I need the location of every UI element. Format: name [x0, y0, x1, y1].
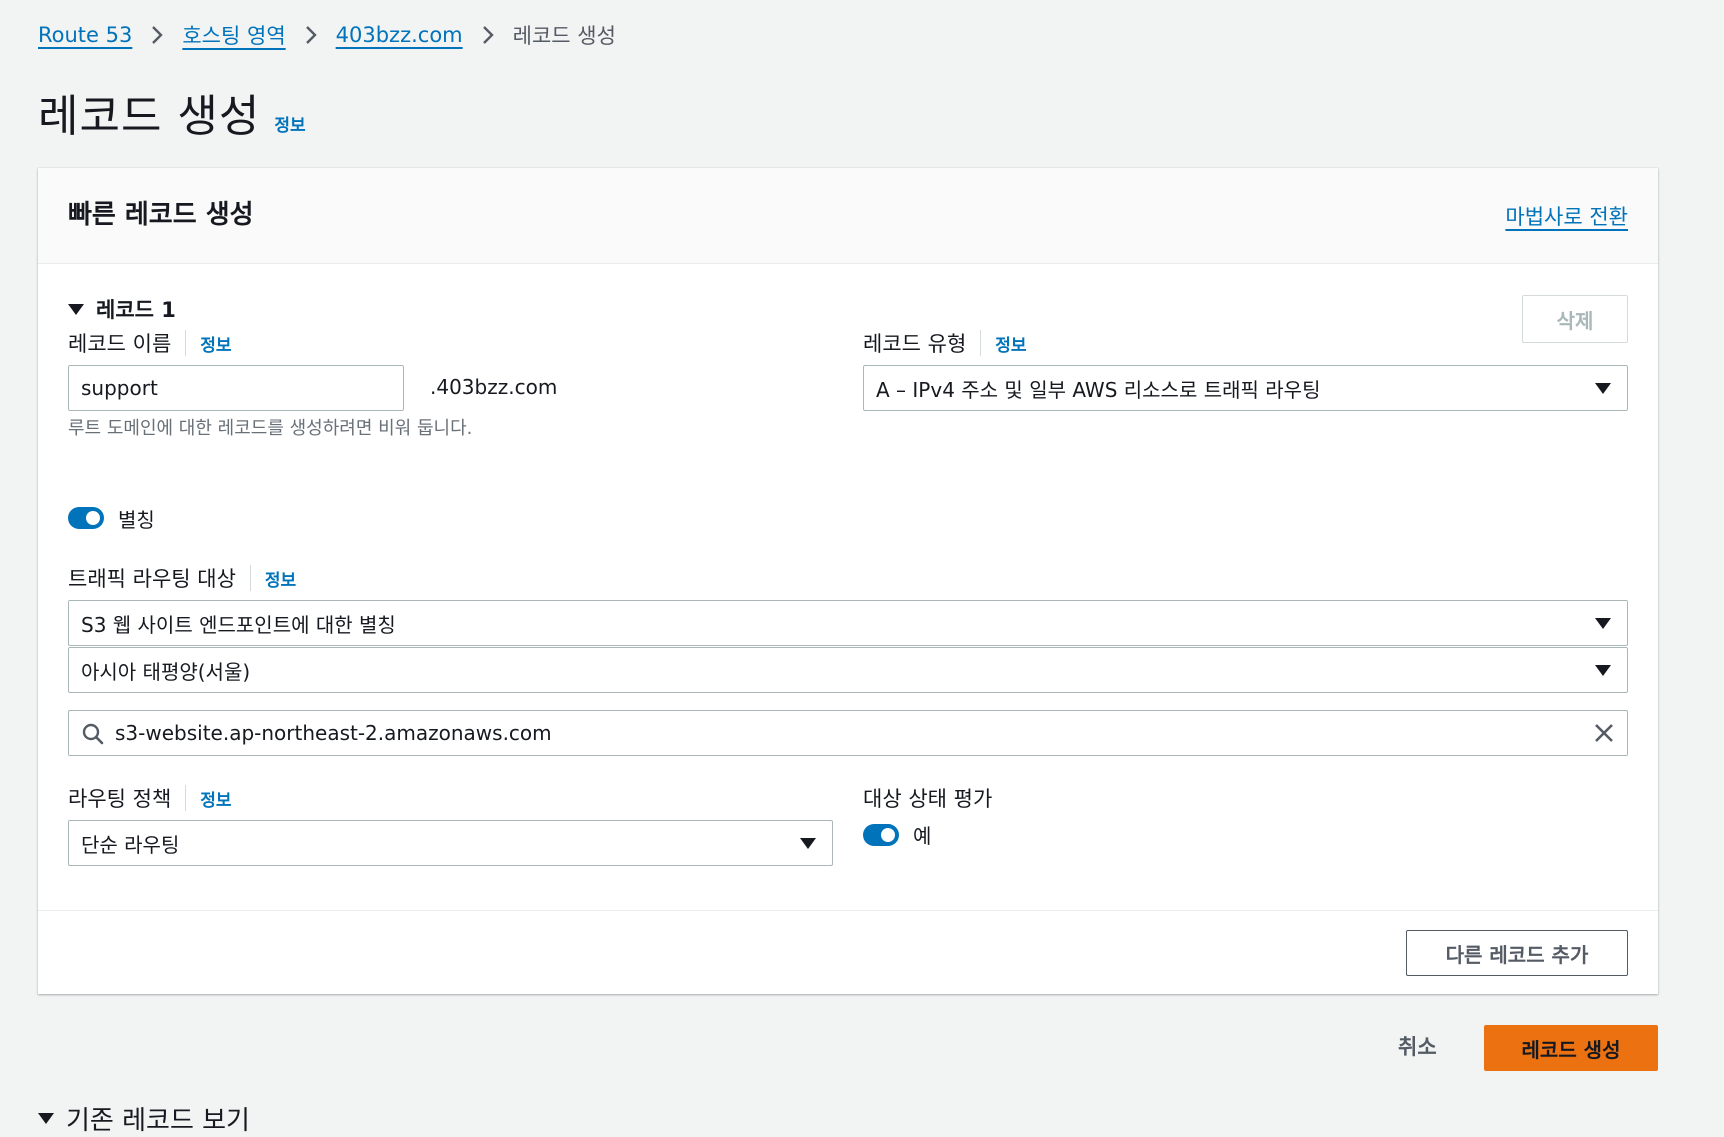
panel-divider — [38, 910, 1658, 911]
alias-toggle[interactable] — [68, 507, 104, 529]
record-type-select[interactable]: A – IPv4 주소 및 일부 AWS 리소스로 트래픽 라우팅 — [863, 365, 1628, 411]
routing-target-label-row: 트래픽 라우팅 대상 정보 — [68, 563, 296, 593]
endpoint-value: S3 웹 사이트 엔드포인트에 대한 별칭 — [81, 612, 396, 637]
title-info-link[interactable]: 정보 — [274, 111, 305, 136]
health-toggle[interactable] — [863, 824, 899, 846]
record-name-hint: 루트 도메인에 대한 레코드를 생성하려면 비워 둡니다. — [68, 418, 473, 439]
divider — [249, 565, 251, 591]
toggle-knob — [86, 511, 100, 525]
panel-title: 빠른 레코드 생성 — [68, 200, 254, 230]
divider — [980, 330, 982, 356]
routing-policy-info-link[interactable]: 정보 — [200, 786, 231, 811]
chevron-right-icon — [150, 24, 164, 46]
record-type-value: A – IPv4 주소 및 일부 AWS 리소스로 트래픽 라우팅 — [876, 377, 1321, 402]
search-icon — [82, 723, 104, 745]
record-name-label: 레코드 이름 — [68, 332, 172, 356]
routing-target-label: 트래픽 라우팅 대상 — [68, 567, 236, 591]
caret-down-icon — [38, 1113, 54, 1124]
routing-policy-label-row: 라우팅 정책 정보 — [68, 783, 232, 813]
health-label: 대상 상태 평가 — [863, 787, 993, 811]
caret-down-icon — [1595, 383, 1611, 394]
alias-label: 별칭 — [118, 508, 155, 532]
region-select[interactable]: 아시아 태평양(서울) — [68, 647, 1628, 693]
record-name-label-row: 레코드 이름 정보 — [68, 328, 232, 358]
region-value: 아시아 태평양(서울) — [81, 659, 251, 684]
routing-policy-select[interactable]: 단순 라우팅 — [68, 820, 833, 866]
record-type-label-row: 레코드 유형 정보 — [863, 328, 1027, 358]
panel-header: 빠른 레코드 생성 마법사로 전환 — [38, 168, 1658, 264]
health-toggle-label: 예 — [913, 824, 932, 848]
record-type-label: 레코드 유형 — [863, 332, 967, 356]
breadcrumb-current: 레코드 생성 — [512, 24, 616, 48]
breadcrumb: Route 53 호스팅 영역 403bzz.com 레코드 생성 — [38, 20, 616, 50]
quick-create-panel: 빠른 레코드 생성 마법사로 전환 레코드 1 삭제 레코드 이름 정보 sup… — [38, 168, 1658, 994]
breadcrumb-hosted-zones[interactable]: 호스팅 영역 — [182, 20, 285, 50]
existing-records-expander[interactable]: 기존 레코드 보기 — [38, 1100, 250, 1137]
chevron-right-icon — [481, 24, 495, 46]
add-another-record-button[interactable]: 다른 레코드 추가 — [1406, 930, 1628, 976]
title-row: 레코드 생성 정보 — [38, 80, 306, 144]
record-name-input[interactable]: support — [68, 365, 404, 411]
s3-endpoint-search[interactable]: s3-website.ap-northeast-2.amazonaws.com — [68, 710, 1628, 756]
toggle-knob — [881, 828, 895, 842]
divider — [185, 330, 187, 356]
breadcrumb-zone[interactable]: 403bzz.com — [336, 23, 463, 47]
switch-to-wizard-link[interactable]: 마법사로 전환 — [1505, 201, 1628, 231]
create-records-button[interactable]: 레코드 생성 — [1484, 1025, 1658, 1071]
caret-down-icon — [1595, 665, 1611, 676]
breadcrumb-route53[interactable]: Route 53 — [38, 23, 132, 47]
delete-button[interactable]: 삭제 — [1522, 295, 1628, 343]
record-title: 레코드 1 — [96, 298, 176, 322]
domain-suffix: .403bzz.com — [430, 375, 558, 399]
caret-down-icon — [68, 303, 84, 315]
chevron-right-icon — [304, 24, 318, 46]
routing-policy-value: 단순 라우팅 — [81, 832, 180, 857]
caret-down-icon — [1595, 618, 1611, 629]
existing-records-label: 기존 레코드 보기 — [66, 1106, 250, 1136]
health-label-row: 대상 상태 평가 — [863, 783, 992, 813]
record-name-value: support — [81, 376, 158, 400]
close-icon[interactable] — [1593, 722, 1615, 744]
page: Route 53 호스팅 영역 403bzz.com 레코드 생성 레코드 생성… — [0, 0, 1724, 1136]
endpoint-select[interactable]: S3 웹 사이트 엔드포인트에 대한 별칭 — [68, 600, 1628, 646]
record-type-info-link[interactable]: 정보 — [995, 331, 1026, 356]
routing-policy-label: 라우팅 정책 — [68, 787, 172, 811]
routing-target-info-link[interactable]: 정보 — [265, 566, 296, 591]
record-1-expander[interactable]: 레코드 1 — [68, 294, 176, 324]
search-value: s3-website.ap-northeast-2.amazonaws.com — [115, 721, 552, 745]
caret-down-icon — [800, 838, 816, 849]
cancel-button[interactable]: 취소 — [1398, 1031, 1437, 1061]
record-name-info-link[interactable]: 정보 — [200, 331, 231, 356]
divider — [185, 785, 187, 811]
page-title: 레코드 생성 — [38, 91, 261, 142]
